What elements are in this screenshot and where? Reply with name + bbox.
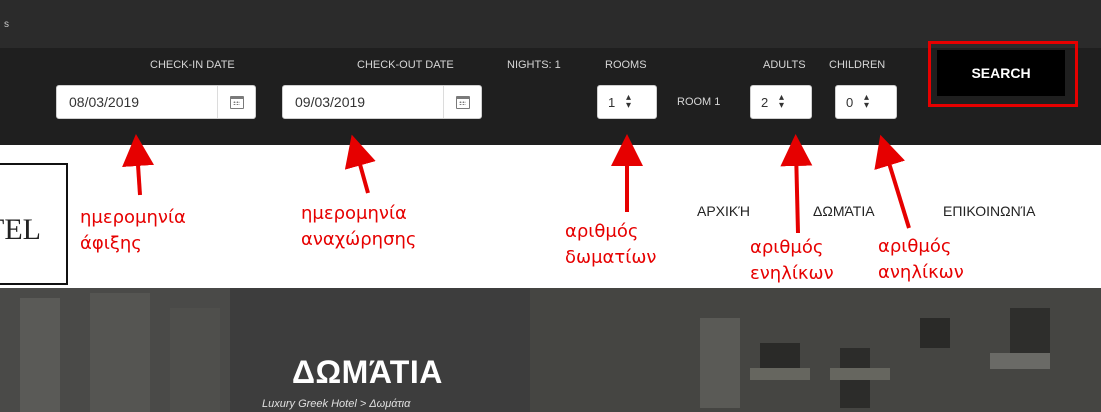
annotation-children: αριθμός ανηλίκων: [878, 234, 964, 286]
up-down-arrows-icon: ▴ ▾: [864, 92, 870, 111]
checkin-calendar-button[interactable]: [217, 86, 255, 118]
annotation-arrival-date: ημερομηνία άφιξης: [80, 205, 186, 257]
children-select[interactable]: 0 ▴ ▾: [835, 85, 897, 119]
rooms-select[interactable]: 1 ▴ ▾: [597, 85, 657, 119]
hero-background-image: [0, 288, 1101, 412]
checkin-date-field[interactable]: 08/03/2019: [56, 85, 256, 119]
adults-select[interactable]: 2 ▴ ▾: [750, 85, 812, 119]
checkout-date-value[interactable]: 09/03/2019: [283, 94, 443, 110]
annotation-line: ανηλίκων: [878, 262, 964, 283]
nav-item-home[interactable]: ΑΡΧΙΚΉ: [697, 203, 750, 219]
annotation-departure-date: ημερομηνία αναχώρησης: [301, 201, 416, 253]
up-down-arrows-icon: ▴ ▾: [779, 92, 785, 111]
checkin-date-value[interactable]: 08/03/2019: [57, 94, 217, 110]
checkin-label: CHECK-IN DATE: [150, 59, 235, 71]
children-label: CHILDREN: [829, 59, 886, 71]
children-value: 0: [846, 94, 854, 110]
annotation-line: αριθμός: [750, 237, 824, 258]
top-bar-glyph: s: [4, 19, 9, 30]
hero-banner: ΔΩΜΆΤΙΑ Luxury Greek Hotel > Δωμάτια: [0, 288, 1101, 412]
annotation-line: ημερομηνία: [80, 207, 186, 228]
nights-label: NIGHTS: 1: [507, 59, 561, 71]
adults-value: 2: [761, 94, 769, 110]
up-down-arrows-icon: ▴ ▾: [626, 92, 632, 111]
annotation-line: αριθμός: [565, 221, 639, 242]
logo-text: TEL: [0, 213, 41, 246]
calendar-icon: [455, 95, 470, 109]
rooms-label: ROOMS: [605, 59, 647, 71]
annotation-adults: αριθμός ενηλίκων: [750, 235, 834, 287]
hero-title: ΔΩΜΆΤΙΑ: [292, 354, 443, 390]
annotation-line: ενηλίκων: [750, 263, 834, 284]
nav-item-rooms[interactable]: ΔΩΜΆΤΙΑ: [813, 203, 875, 219]
annotation-rooms: αριθμός δωματίων: [565, 219, 656, 271]
checkout-calendar-button[interactable]: [443, 86, 481, 118]
rooms-value: 1: [608, 94, 616, 110]
annotation-line: ημερομηνία: [301, 203, 407, 224]
annotation-line: αναχώρησης: [301, 229, 417, 250]
adults-label: ADULTS: [763, 59, 806, 71]
annotation-line: άφιξης: [80, 233, 142, 254]
logo[interactable]: TEL: [0, 163, 68, 285]
annotation-line: δωματίων: [565, 247, 657, 268]
room-row-label: ROOM 1: [677, 96, 721, 108]
breadcrumb[interactable]: Luxury Greek Hotel > Δωμάτια: [262, 398, 410, 410]
search-button[interactable]: SEARCH: [937, 50, 1065, 96]
calendar-icon: [229, 95, 244, 109]
checkout-label: CHECK-OUT DATE: [357, 59, 454, 71]
checkout-date-field[interactable]: 09/03/2019: [282, 85, 482, 119]
annotation-line: αριθμός: [878, 236, 952, 257]
nav-item-contact[interactable]: ΕΠΙΚΟΙΝΩΝΊΑ: [943, 203, 1035, 219]
